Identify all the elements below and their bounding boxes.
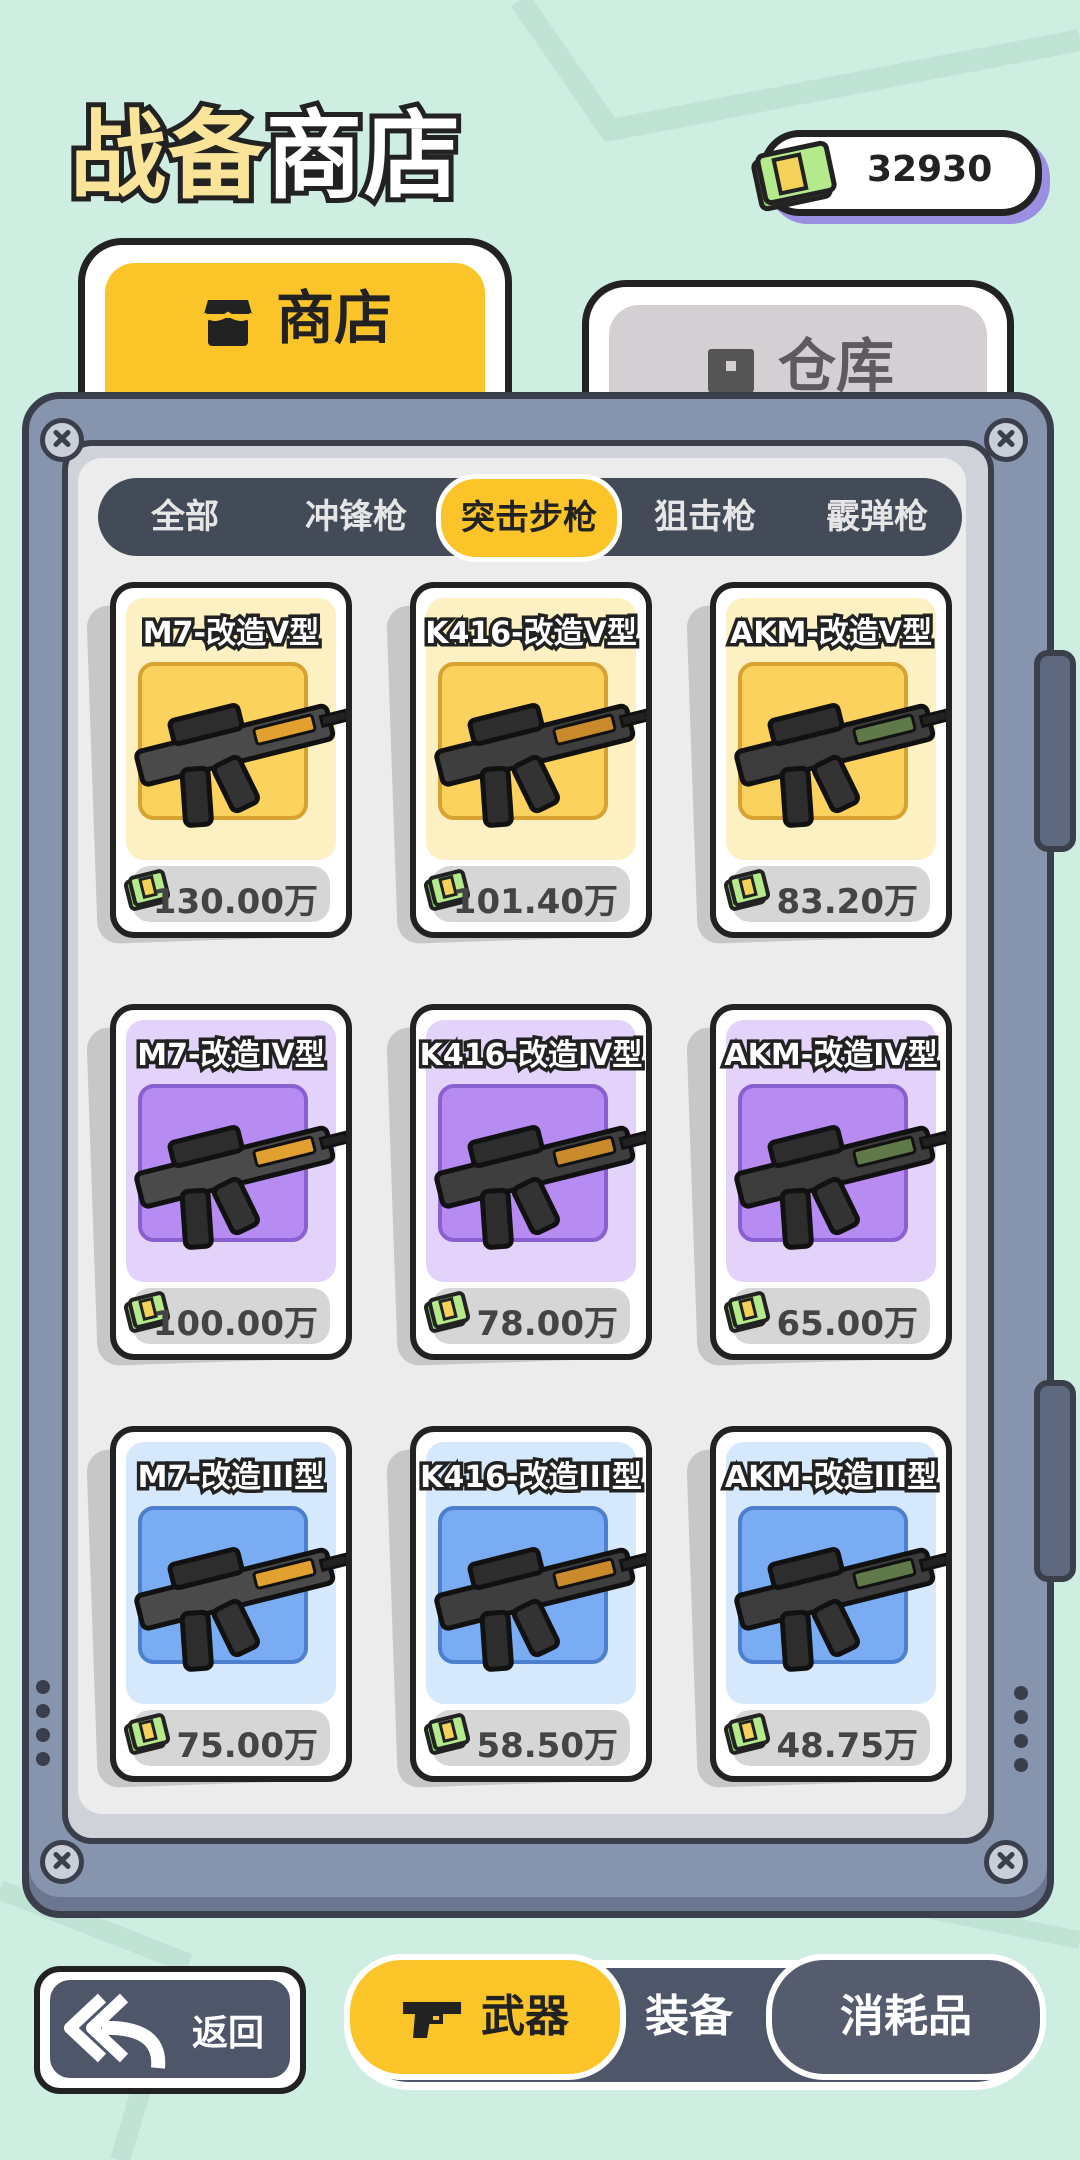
- screw-icon: [984, 1840, 1028, 1884]
- weapon-price: 78.00万: [476, 1304, 618, 1344]
- side-clip: [1034, 650, 1076, 852]
- back-arrow-icon: [64, 1993, 166, 2069]
- weapon-price: 100.00万: [152, 1304, 318, 1344]
- price-tag: 83.20万: [723, 866, 930, 922]
- weapon-card[interactable]: K416-改造V型 101.40万: [386, 582, 654, 945]
- weapon-card[interactable]: K416-改造IV型 78.00万: [386, 1004, 654, 1367]
- price-tag: 48.75万: [723, 1710, 930, 1766]
- price-tag: 65.00万: [723, 1288, 930, 1344]
- cash-icon: [723, 869, 770, 911]
- category-sniper[interactable]: 狙击枪: [620, 478, 790, 556]
- price-tag: 78.00万: [423, 1288, 630, 1344]
- store-icon: [202, 299, 254, 346]
- price-tag: 75.00万: [123, 1710, 330, 1766]
- weapon-card[interactable]: AKM-改造IV型 65.00万: [686, 1004, 954, 1367]
- screw-icon: [984, 418, 1028, 462]
- screw-icon: [40, 1840, 84, 1884]
- weapon-name: AKM-改造IV型: [721, 1035, 941, 1077]
- weapon-card[interactable]: K416-改造III型 58.50万: [386, 1426, 654, 1789]
- cash-icon: [123, 1713, 170, 1755]
- category-smg[interactable]: 冲锋枪: [276, 478, 436, 556]
- cash-icon: [723, 1713, 770, 1755]
- category-assault-rifle[interactable]: 突击步枪: [436, 474, 622, 562]
- price-tag: 58.50万: [423, 1710, 630, 1766]
- weapon-price: 48.75万: [776, 1726, 918, 1766]
- tab-shop[interactable]: 商店: [78, 238, 512, 405]
- category-shotgun[interactable]: 霰弹枪: [792, 478, 962, 556]
- cash-icon: [751, 140, 837, 212]
- weapon-price: 58.50万: [476, 1726, 618, 1766]
- page-title: 战备商店: [65, 95, 465, 217]
- category-tabs: 全部 冲锋枪 突击步枪 狙击枪 霰弹枪: [98, 474, 962, 562]
- price-tag: 130.00万: [123, 866, 330, 922]
- weapon-price: 101.40万: [452, 882, 618, 922]
- tab-gear[interactable]: 装备: [614, 1960, 764, 2074]
- side-clip: [1034, 1380, 1076, 1582]
- cash-icon: [423, 1291, 470, 1333]
- weapon-card[interactable]: AKM-改造V型 83.20万: [686, 582, 954, 945]
- weapon-price: 83.20万: [776, 882, 918, 922]
- panel-dots: [1014, 1686, 1028, 1782]
- weapon-price: 75.00万: [176, 1726, 318, 1766]
- box-icon: [707, 348, 754, 393]
- weapon-name: K416-改造IV型: [416, 1035, 646, 1077]
- currency-value: 32930: [867, 149, 993, 190]
- weapon-name: AKM-改造V型: [727, 613, 936, 655]
- tab-weapons[interactable]: 武器: [344, 1954, 626, 2080]
- back-label: 返回: [192, 2013, 265, 2054]
- currency-display: 32930: [751, 130, 1042, 216]
- tab-consumables[interactable]: 消耗品: [766, 1954, 1046, 2080]
- weapon-card[interactable]: M7-改造IV型 100.00万: [86, 1004, 354, 1367]
- category-all[interactable]: 全部: [110, 478, 260, 556]
- price-tag: 100.00万: [123, 1288, 330, 1344]
- weapon-card[interactable]: AKM-改造III型 48.75万: [686, 1426, 954, 1789]
- tab-warehouse-label: 仓库: [777, 332, 894, 400]
- weapon-card[interactable]: M7-改造III型 75.00万: [86, 1426, 354, 1789]
- pistol-icon: [403, 2002, 461, 2038]
- weapon-name: AKM-改造III型: [721, 1457, 940, 1499]
- weapon-name: M7-改造V型: [139, 613, 322, 655]
- weapon-price: 130.00万: [152, 882, 318, 922]
- panel-dots: [36, 1680, 50, 1776]
- weapon-name: M7-改造IV型: [134, 1035, 329, 1077]
- weapon-name: K416-改造V型: [422, 613, 641, 655]
- weapon-card[interactable]: M7-改造V型 130.00万: [86, 582, 354, 945]
- price-tag: 101.40万: [423, 866, 630, 922]
- bottom-tabs: 武器 装备 消耗品: [344, 1954, 1046, 2090]
- weapon-name: K416-改造III型: [417, 1457, 646, 1499]
- back-button[interactable]: 返回: [34, 1966, 306, 2094]
- weapon-name: M7-改造III型: [134, 1457, 328, 1499]
- weapon-price: 65.00万: [776, 1304, 918, 1344]
- cash-icon: [723, 1291, 770, 1333]
- cash-icon: [423, 1713, 470, 1755]
- screw-icon: [40, 418, 84, 462]
- tab-shop-label: 商店: [275, 284, 392, 352]
